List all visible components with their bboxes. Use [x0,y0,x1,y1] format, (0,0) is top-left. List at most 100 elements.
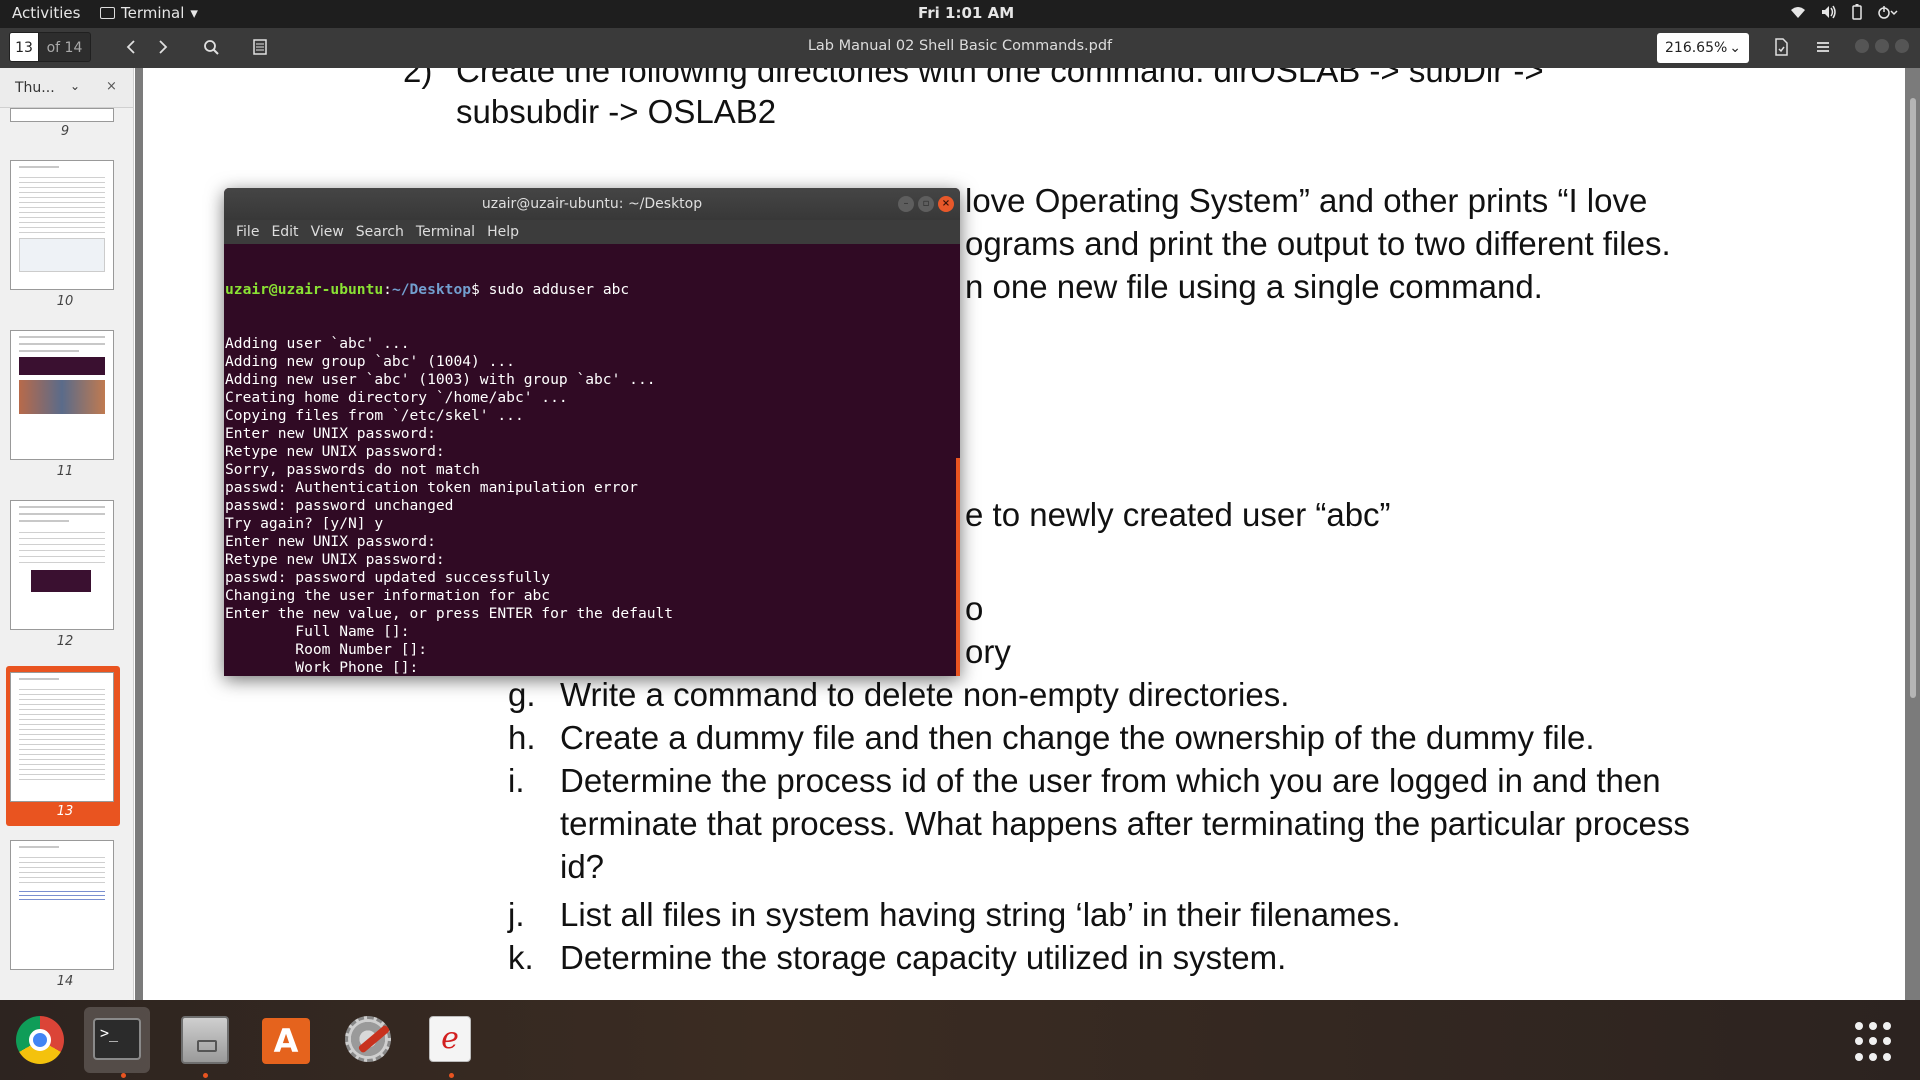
menu-edit[interactable]: Edit [265,220,304,244]
chevron-down-icon: ▾ [190,4,198,22]
grid-dot [1855,1037,1863,1046]
terminal-output-line: Changing the user information for abc [225,587,551,604]
terminal-output-line: Adding new group `abc' (1004) ... [225,353,515,370]
window-controls [1855,39,1909,53]
terminal-mini-icon [100,7,115,19]
menu-button[interactable] [1810,34,1836,60]
document-text-line: e to newly created user “abc” [965,496,1391,533]
terminal-titlebar[interactable]: uzair@uzair-ubuntu: ~/Desktop [224,188,960,220]
page-thumbnail[interactable] [10,500,114,630]
clock[interactable]: Fri 1:01 AM [918,4,1014,22]
prompt-dollar: $ [471,281,489,298]
grid-dot [1883,1052,1891,1061]
top-panel: Activities Terminal ▾ Fri 1:01 AM [0,0,1920,28]
list-marker: h. [508,719,536,756]
app-menu-button[interactable]: Terminal ▾ [100,4,198,22]
battery-icon [1852,4,1862,20]
dock-document-viewer[interactable]: e [417,1007,483,1073]
document-text-line: List all files in system having string ‘… [560,896,1401,933]
terminal-output-line: Adding new user `abc' (1003) with group … [225,371,656,388]
grid-dot [1869,1022,1877,1030]
page-thumbnail-selected[interactable] [10,672,114,802]
dock-chrome[interactable] [7,1007,73,1073]
hamburger-menu-icon [1817,42,1829,52]
zoom-selector[interactable]: 216.65% ⌄ [1657,33,1749,63]
terminal-output-line: Try again? [y/N] y [225,515,384,532]
page-thumbnail-number: 10 [56,294,74,309]
close-button[interactable] [1895,39,1909,53]
dock-files[interactable] [172,1007,238,1073]
page-thumbnail[interactable] [10,840,114,970]
prompt-path: ~/Desktop [391,281,472,298]
document-text-line: terminate that process. What happens aft… [560,805,1690,842]
running-indicator [203,1073,208,1078]
grid-dot [1855,1052,1863,1061]
prompt-user: uzair@uzair-ubuntu [225,281,384,298]
system-status-area[interactable] [1790,4,1900,20]
typed-command: sudo adduser abc [488,281,630,298]
dock-software[interactable]: A [253,1007,319,1073]
terminal-window[interactable]: uzair@uzair-ubuntu: ~/Desktop – ▫ × File… [224,188,960,676]
terminal-output[interactable]: uzair@uzair-ubuntu:~/Desktop$ sudo addus… [225,244,955,676]
menu-view[interactable]: View [305,220,350,244]
document-viewer-icon: e [429,1016,471,1062]
document-text-line: Create a dummy file and then change the … [560,719,1595,756]
vertical-scrollbar[interactable] [1910,68,1918,1000]
terminal-output-line: Retype new UNIX password: [225,551,445,568]
page-thumbnail[interactable] [10,108,114,122]
dock: >_ A e [0,1000,1920,1080]
chevron-down-icon: ⌄ [1729,40,1741,56]
chrome-icon [16,1016,64,1064]
terminal-output-line: Enter new UNIX password: [225,425,436,442]
maximize-button[interactable] [1875,39,1889,53]
document-text-line: Determine the process id of the user fro… [560,762,1661,799]
menu-file[interactable]: File [230,220,265,244]
terminal-output-line: Full Name []: [225,623,410,640]
menu-terminal[interactable]: Terminal [410,220,481,244]
document-text-line: love Operating System” and other prints … [965,182,1648,219]
chevron-down-icon[interactable]: ⌄ [70,79,80,93]
activities-button[interactable]: Activities [12,4,80,22]
power-icon [1878,6,1898,19]
terminal-output-line: Enter new UNIX password: [225,533,436,550]
prompt-separator: : [383,281,392,298]
page-thumbnail-number: 12 [56,634,74,649]
settings-icon [345,1016,391,1062]
minimize-button[interactable] [1855,39,1869,53]
terminal-output-lines: Adding user `abc' ... Adding new group `a… [225,335,955,676]
menu-help[interactable]: Help [481,220,525,244]
document-text-line: Determine the storage capacity utilized … [560,939,1287,976]
page-thumbnail-number: 11 [56,464,74,479]
page-thumbnail-number: 13 [56,804,74,819]
terminal-scrollbar[interactable] [956,458,960,676]
close-icon[interactable]: × [106,79,117,94]
list-marker: k. [508,939,534,976]
sidebar-header: Thu... ⌄ × [0,68,133,108]
dock-settings[interactable] [334,1007,400,1073]
document-text-line: Write a command to delete non-empty dire… [560,676,1290,713]
page-thumbnail[interactable] [10,160,114,290]
terminal-output-line: Creating home directory `/home/abc' ... [225,389,568,406]
scrollbar-thumb[interactable] [1910,98,1916,698]
terminal-close-button[interactable]: × [938,196,954,212]
terminal-maximize-button[interactable]: ▫ [918,196,934,212]
print-button[interactable] [1768,34,1794,60]
app-menu-label: Terminal [121,4,185,22]
terminal-menubar: File Edit View Search Terminal Help [224,220,960,244]
dock-terminal[interactable]: >_ [84,1007,150,1073]
grid-dot [1869,1037,1877,1046]
terminal-output-line: Enter the new value, or press ENTER for … [225,605,674,622]
page-thumbnail-number: 14 [56,974,74,989]
document-text-line: o [965,590,984,627]
running-indicator [449,1073,454,1078]
terminal-icon: >_ [93,1018,141,1060]
sidebar-mode-selector[interactable]: Thu... [15,80,55,96]
document-text-line: subsubdir -> OSLAB2 [456,93,777,130]
menu-search[interactable]: Search [350,220,410,244]
page-thumbnail[interactable] [10,330,114,460]
terminal-minimize-button[interactable]: – [898,196,914,212]
zoom-value: 216.65% [1665,40,1728,56]
show-applications-button[interactable] [1855,1022,1895,1062]
terminal-prompt-line: uzair@uzair-ubuntu:~/Desktop$ sudo addus… [225,281,955,299]
files-icon [181,1016,229,1064]
